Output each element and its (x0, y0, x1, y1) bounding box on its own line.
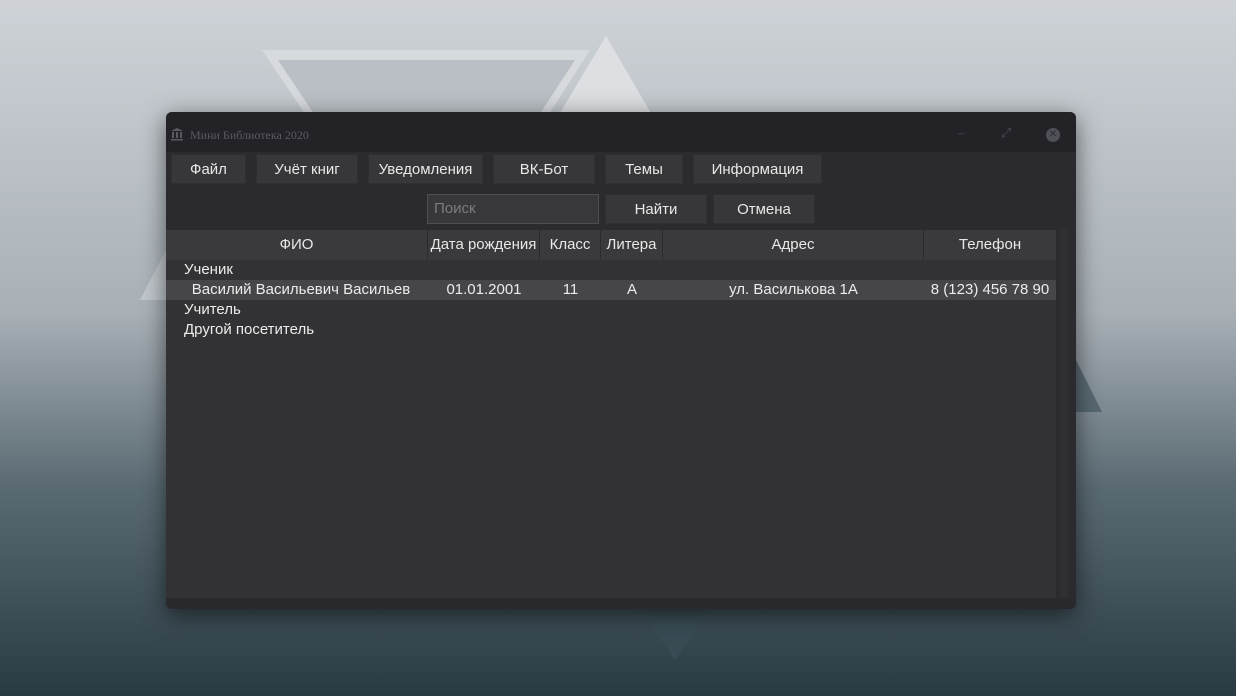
group-row-teacher[interactable]: Учитель (166, 300, 1056, 320)
menu-bar: Файл Учёт книг Уведомления ВК-Бот Темы И… (166, 152, 1076, 188)
cell-birth: 01.01.2001 (446, 281, 522, 298)
visitors-table[interactable]: ФИО Дата рождения Класс Литера Адрес Тел… (166, 230, 1056, 598)
column-header-class[interactable]: Класс (540, 230, 601, 260)
title-bar[interactable]: Мини Библиотека 2020 – ⤢ ✕ (166, 112, 1076, 152)
cell-phone: 8 (123) 456 78 90 (930, 281, 1050, 298)
column-header-fio[interactable]: ФИО (166, 230, 428, 260)
library-icon (170, 127, 184, 141)
group-label: Ученик (184, 261, 233, 278)
window-title: Мини Библиотека 2020 (190, 128, 309, 142)
menu-books-button[interactable]: Учёт книг (256, 154, 358, 184)
vertical-scrollbar[interactable] (1060, 230, 1068, 598)
app-window: Мини Библиотека 2020 – ⤢ ✕ Файл Учёт кни… (166, 112, 1076, 609)
menu-notifications-button[interactable]: Уведомления (368, 154, 483, 184)
status-strip (166, 599, 1076, 609)
maximize-icon[interactable]: ⤢ (1001, 125, 1011, 141)
cell-fio: Василий Васильевич Васильев (191, 281, 411, 298)
menu-file-button[interactable]: Файл (171, 154, 246, 184)
column-header-birth[interactable]: Дата рождения (428, 230, 540, 260)
cell-class: 11 (562, 281, 579, 298)
group-row-student[interactable]: Ученик (166, 260, 1056, 280)
cell-letter: А (626, 281, 637, 298)
menu-themes-button[interactable]: Темы (605, 154, 683, 184)
column-header-address[interactable]: Адрес (663, 230, 924, 260)
menu-info-button[interactable]: Информация (693, 154, 822, 184)
close-icon[interactable]: ✕ (1046, 128, 1060, 142)
group-label: Учитель (184, 301, 241, 318)
column-header-phone[interactable]: Телефон (924, 230, 1056, 260)
table-row[interactable]: Василий Васильевич Васильев 01.01.2001 1… (166, 280, 1056, 300)
find-button[interactable]: Найти (605, 194, 707, 224)
column-header-letter[interactable]: Литера (601, 230, 663, 260)
search-input[interactable]: Поиск (427, 194, 599, 224)
cell-address: ул. Василькова 1А (729, 281, 858, 298)
group-label: Другой посетитель (184, 321, 315, 338)
search-row: Поиск Найти Отмена (166, 190, 1076, 228)
cancel-button[interactable]: Отмена (713, 194, 815, 224)
group-row-other-visitor[interactable]: Другой посетитель (166, 320, 1056, 340)
table-header: ФИО Дата рождения Класс Литера Адрес Тел… (166, 230, 1056, 260)
minimize-icon[interactable]: – (958, 125, 965, 141)
menu-vk-bot-button[interactable]: ВК-Бот (493, 154, 595, 184)
